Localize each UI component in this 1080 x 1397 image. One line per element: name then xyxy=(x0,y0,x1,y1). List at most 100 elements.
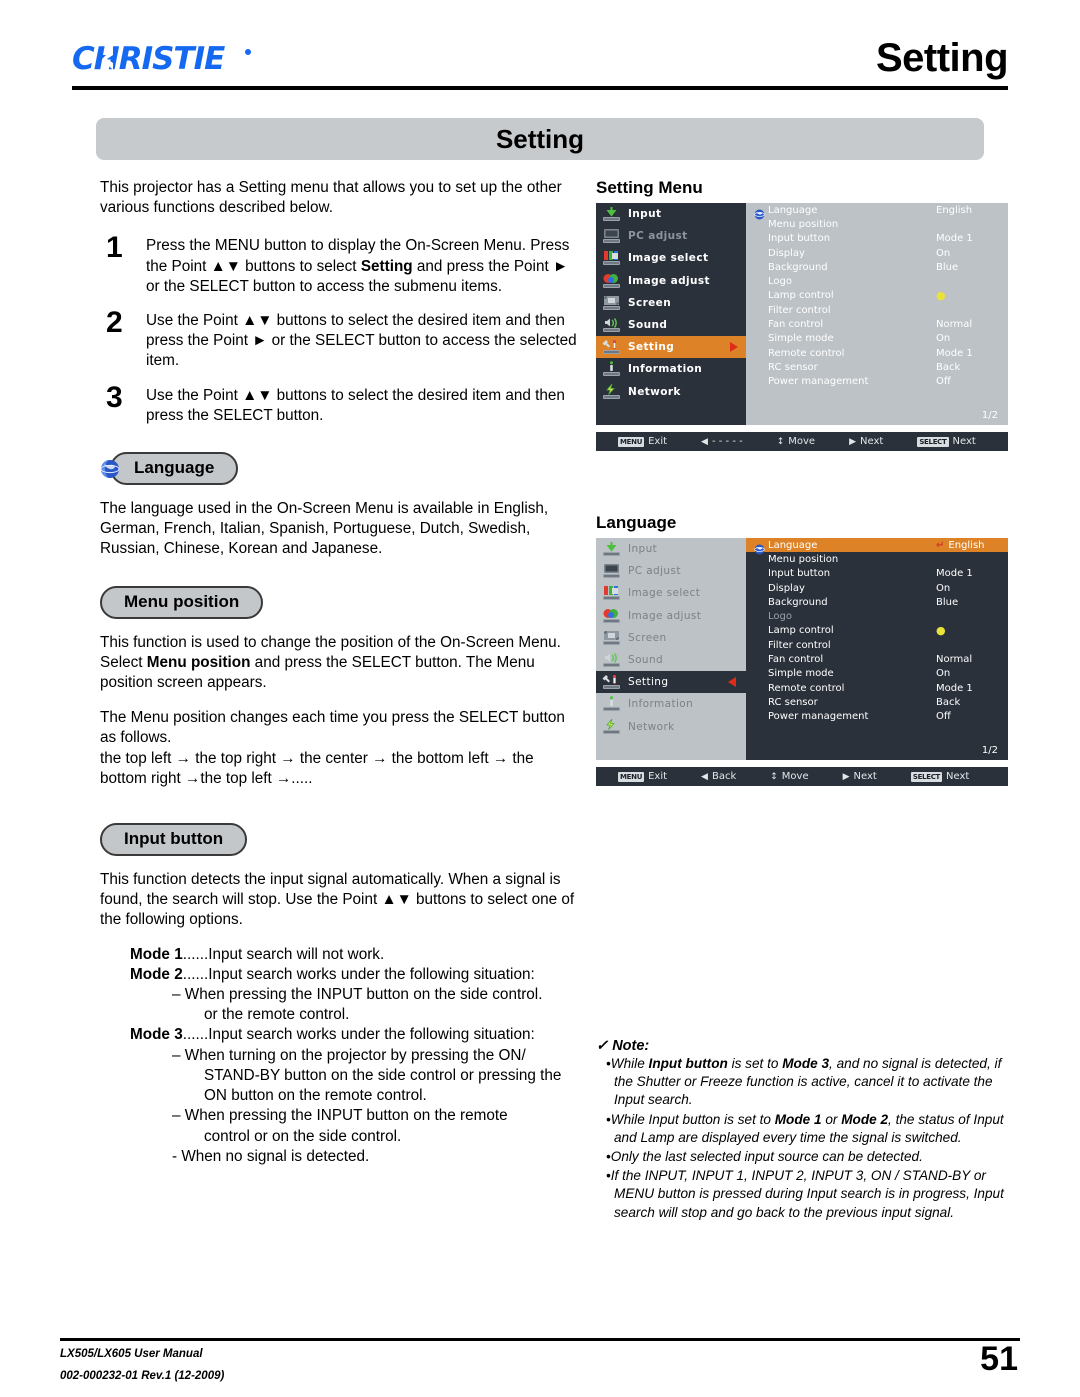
osd-row-value: Off xyxy=(936,711,951,723)
osd-sidebar: Input PC adjust Image select Image adjust Sc… xyxy=(596,203,746,425)
osd-row-background[interactable]: Background Blue xyxy=(746,260,1008,274)
osd-sidebar-item-label: Screen xyxy=(628,296,672,309)
sound-icon xyxy=(602,652,621,668)
osd-row-lamp-control[interactable]: Lamp control ● xyxy=(746,624,1008,638)
osd-sidebar-item-sound[interactable]: Sound xyxy=(596,649,746,671)
osd-row-filter-control[interactable]: Filter control xyxy=(746,638,1008,652)
osd-row-background[interactable]: Background Blue xyxy=(746,595,1008,609)
osd-bar-item-exit[interactable]: MENU Exit xyxy=(618,771,667,782)
osd-row-lamp-control[interactable]: Lamp control ● xyxy=(746,289,1008,303)
row-icon-placeholder xyxy=(754,654,765,665)
osd-row-logo[interactable]: Logo xyxy=(746,609,1008,623)
note-items: •While Input button is set to Mode 3, an… xyxy=(596,1055,1008,1222)
osd-sidebar-item-pc-adjust[interactable]: PC adjust xyxy=(596,560,746,582)
osd-row-power-management[interactable]: Power management Off xyxy=(746,375,1008,389)
note-text-pre: While Input button is set to xyxy=(610,1111,775,1127)
osd-bar-item-next[interactable]: ▶ Next xyxy=(843,771,877,782)
osd-bar-label: Back xyxy=(711,771,737,782)
osd-row-logo[interactable]: Logo xyxy=(746,274,1008,288)
osd-row-language[interactable]: Language ↵ English xyxy=(746,538,1008,555)
osd-row-rc-sensor[interactable]: RC sensor Back xyxy=(746,695,1008,709)
osd-row-filter-control[interactable]: Filter control xyxy=(746,303,1008,317)
menu-position-body: This function is used to change the posi… xyxy=(100,633,582,694)
note-item: •Only the last selected input source can… xyxy=(606,1149,923,1165)
mode-line: Mode 1......Input search will not work. xyxy=(100,945,582,965)
mode-name: Mode 2 xyxy=(130,965,183,983)
osd-sidebar-item-input[interactable]: Input xyxy=(596,538,746,560)
osd-row-input-button[interactable]: Input button Mode 1 xyxy=(746,232,1008,246)
osd-row-value: Blue xyxy=(936,596,959,608)
osd-row-display[interactable]: Display On xyxy=(746,246,1008,260)
mode-name: Mode 1 xyxy=(130,945,183,963)
osd-bar-key: SELECT xyxy=(917,436,949,447)
osd-row-menu-position[interactable]: Menu position xyxy=(746,552,1008,566)
note-text-pre: If the INPUT, INPUT 1, INPUT 2, INPUT 3,… xyxy=(610,1168,1004,1220)
osd-row-rc-sensor[interactable]: RC sensor Back xyxy=(746,360,1008,374)
osd-main-panel: Language ↵ English Menu position Input butto… xyxy=(746,538,1008,760)
osd-bar-item-exit[interactable]: MENU Exit xyxy=(618,436,667,447)
osd-row-value: Mode 1 xyxy=(936,233,973,245)
osd-row-simple-mode[interactable]: Simple mode On xyxy=(746,667,1008,681)
osd-sidebar-item-input[interactable]: Input xyxy=(596,203,746,225)
osd-row-label: Power management xyxy=(768,711,869,723)
osd-sidebar-item-setting[interactable]: Setting xyxy=(596,336,746,359)
osd-row-value: On xyxy=(936,247,951,259)
input-icon xyxy=(602,206,621,222)
osd-sidebar-item-pc-adjust[interactable]: PC adjust xyxy=(596,225,746,247)
note-heading-text: Note: xyxy=(612,1038,650,1054)
osd-sidebar-item-information[interactable]: Information xyxy=(596,693,746,715)
osd-sidebar-item-network[interactable]: Network xyxy=(596,381,746,403)
osd-row-value: English xyxy=(936,204,973,216)
osd-sidebar-item-information[interactable]: Information xyxy=(596,358,746,380)
osd-row-power-management[interactable]: Power management Off xyxy=(746,710,1008,724)
osd-row-simple-mode[interactable]: Simple mode On xyxy=(746,332,1008,346)
sound-icon xyxy=(602,317,621,333)
osd-row-language[interactable]: Language English xyxy=(746,203,1008,220)
osd-bar-arrow-icon: ▶ xyxy=(842,771,850,782)
osd-bar-label: Next xyxy=(853,771,877,782)
osd-sidebar-item-image-adjust[interactable]: Image adjust xyxy=(596,270,746,292)
osd-body: Input PC adjust Image select Image adjust Sc… xyxy=(596,203,1008,425)
row-icon-placeholder xyxy=(754,568,765,579)
osd-bar-item-next[interactable]: ▶ Next xyxy=(849,436,883,447)
osd-sidebar-item-label: Image select xyxy=(628,587,701,600)
row-icon-placeholder xyxy=(754,262,765,273)
osd-sidebar-item-screen[interactable]: Screen xyxy=(596,627,746,649)
osd-row-value: ● xyxy=(936,625,1000,637)
step-text-bold: Setting xyxy=(360,257,413,275)
osd-row-value: Normal xyxy=(936,319,973,331)
osd-sidebar-item-network[interactable]: Network xyxy=(596,716,746,738)
osd-sidebar-item-label: Image select xyxy=(628,252,709,265)
osd-bar-item-next[interactable]: SELECT Next xyxy=(910,771,969,782)
osd-bar-item--[interactable]: ◀ - - - - - xyxy=(701,436,743,447)
osd-sidebar-item-image-adjust[interactable]: Image adjust xyxy=(596,605,746,627)
osd-bar-item-next[interactable]: SELECT Next xyxy=(917,436,976,447)
lamp-icon: ● xyxy=(936,288,946,302)
osd-row-remote-control[interactable]: Remote control Mode 1 xyxy=(746,346,1008,360)
osd-sidebar-item-setting[interactable]: Setting xyxy=(596,671,746,694)
osd-row-input-button[interactable]: Input button Mode 1 xyxy=(746,567,1008,581)
osd-row-label: Display xyxy=(768,582,805,594)
osd-row-fan-control[interactable]: Fan control Normal xyxy=(746,317,1008,331)
osd-row-fan-control[interactable]: Fan control Normal xyxy=(746,652,1008,666)
information-icon xyxy=(602,696,621,712)
image-select-icon xyxy=(602,585,621,601)
osd-sidebar-item-screen[interactable]: Screen xyxy=(596,292,746,314)
osd-sidebar-item-label: Input xyxy=(628,208,662,221)
osd-bar-item-move[interactable]: ↕ Move xyxy=(777,436,815,447)
osd-bar-item-back[interactable]: ◀ Back xyxy=(701,771,736,782)
footer-manual-name: LX505/LX605 User Manual xyxy=(60,1348,203,1360)
osd-row-label: Filter control xyxy=(768,304,831,316)
osd-sidebar-item-sound[interactable]: Sound xyxy=(596,314,746,336)
input-icon xyxy=(602,541,621,557)
steps-list: 1 Press the MENU button to display the O… xyxy=(100,233,582,426)
osd-row-menu-position[interactable]: Menu position xyxy=(746,217,1008,231)
osd-sidebar-item-image-select[interactable]: Image select xyxy=(596,247,746,269)
osd-bar-item-move[interactable]: ↕ Move xyxy=(770,771,808,782)
information-icon xyxy=(602,361,621,377)
osd-sidebar-item-image-select[interactable]: Image select xyxy=(596,582,746,604)
lamp-icon xyxy=(754,290,765,301)
osd-page-indicator: 1/2 xyxy=(981,745,998,756)
osd-row-display[interactable]: Display On xyxy=(746,581,1008,595)
osd-row-remote-control[interactable]: Remote control Mode 1 xyxy=(746,681,1008,695)
